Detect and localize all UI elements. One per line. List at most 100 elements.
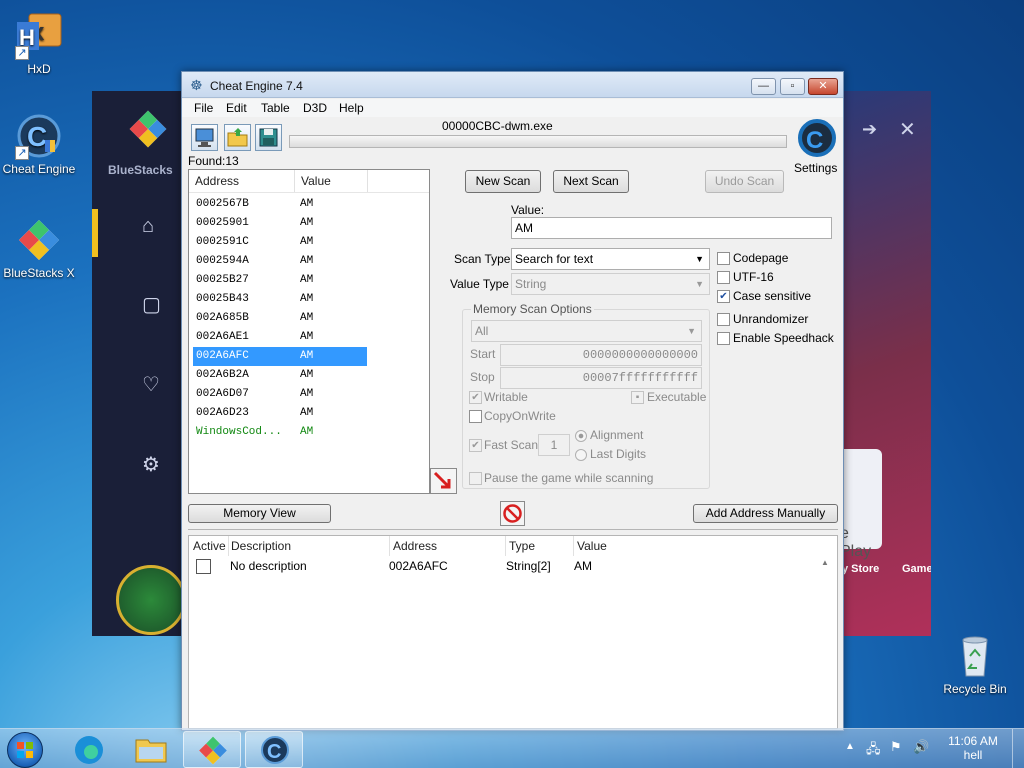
taskbar-edge[interactable]	[60, 731, 118, 768]
splitter[interactable]	[188, 529, 838, 530]
show-hidden-icons[interactable]: ▲	[845, 741, 855, 752]
region-select[interactable]: All ▼	[471, 320, 702, 342]
enable-speedhack-checkbox[interactable]	[717, 332, 730, 345]
chevron-down-icon: ▼	[695, 254, 704, 264]
taskbar-cheat-engine[interactable]: C	[245, 731, 303, 768]
next-scan-button[interactable]: Next Scan	[553, 170, 629, 193]
result-row[interactable]: 00025B27 AM	[193, 271, 367, 290]
writable-checkbox[interactable]: ✔	[469, 391, 482, 404]
add-address-manually-button[interactable]: Add Address Manually	[693, 504, 838, 523]
save-button[interactable]	[255, 124, 282, 151]
minimize-button[interactable]: —	[751, 78, 776, 95]
heart-icon[interactable]: ♡	[142, 372, 160, 397]
result-address: 002A6AFC	[196, 350, 249, 362]
network-icon[interactable]: 🖧	[866, 740, 881, 762]
maximize-button[interactable]: ▫	[780, 78, 805, 95]
result-value: AM	[300, 236, 314, 248]
store-bag-icon[interactable]: ▢	[142, 292, 161, 317]
scroll-up-icon[interactable]: ▲	[821, 558, 829, 567]
desktop-icon-recycle-bin[interactable]: Recycle Bin	[935, 632, 1015, 696]
gear-icon[interactable]: ⚙	[142, 452, 160, 477]
result-row[interactable]: 002A685B AM	[193, 309, 367, 328]
case-sensitive-checkbox[interactable]: ✔	[717, 290, 730, 303]
column-address[interactable]: Address	[390, 536, 506, 556]
taskbar-explorer[interactable]	[122, 731, 180, 768]
result-row[interactable]: 002A6AE1 AM	[193, 328, 367, 347]
result-row[interactable]: 002A6D23 AM	[193, 404, 367, 423]
scan-type-value: Search for text	[515, 252, 594, 266]
desktop-icon-cheat-engine[interactable]: C ↗ Cheat Engine	[0, 112, 79, 176]
utf16-checkbox[interactable]	[717, 271, 730, 284]
result-row[interactable]: 0002591C AM	[193, 233, 367, 252]
volume-icon[interactable]: 🔊	[913, 739, 929, 755]
close-icon[interactable]: ✕	[899, 117, 916, 142]
result-row[interactable]: 0002567B AM	[193, 195, 367, 214]
address-table[interactable]: Active Description Address Type Value No…	[188, 535, 838, 729]
bluestacks-brand: BlueStacks	[108, 163, 173, 177]
copy-on-write-checkbox[interactable]	[469, 410, 482, 423]
desktop-icon-label: Recycle Bin	[943, 682, 1007, 696]
column-value[interactable]: Value	[295, 170, 368, 192]
codepage-label: Codepage	[733, 251, 789, 265]
table-row[interactable]: No description 002A6AFC String[2] AM	[189, 556, 837, 576]
fast-scan-alignment-input[interactable]: 1	[538, 434, 570, 456]
result-row[interactable]: 0002594A AM	[193, 252, 367, 271]
column-type[interactable]: Type	[506, 536, 574, 556]
result-row[interactable]: WindowsCod... AM	[193, 423, 367, 442]
active-checkbox[interactable]	[196, 559, 211, 574]
value-input[interactable]: AM	[511, 217, 832, 239]
forward-icon[interactable]: ➔	[862, 119, 877, 140]
add-to-list-button[interactable]	[430, 468, 457, 494]
fast-scan-checkbox[interactable]: ✔	[469, 439, 482, 452]
open-file-button[interactable]	[224, 124, 251, 151]
stop-address-input[interactable]: 00007fffffffffff	[500, 367, 702, 389]
desktop-icon-hxd[interactable]: x H ↗ HxD	[0, 12, 79, 76]
result-row[interactable]: 002A6AFC AM	[193, 347, 367, 366]
column-value[interactable]: Value	[574, 536, 837, 556]
last-digits-radio[interactable]	[575, 449, 587, 461]
result-row[interactable]: 002A6B2A AM	[193, 366, 367, 385]
column-active[interactable]: Active	[189, 536, 229, 556]
case-sensitive-label: Case sensitive	[733, 289, 812, 303]
results-list[interactable]: Address Value 0002567B AM 00025901 AM 000259…	[188, 169, 430, 494]
result-row[interactable]: 002A6D07 AM	[193, 385, 367, 404]
scan-type-select[interactable]: Search for text ▼	[511, 248, 710, 270]
clock[interactable]: 11:06 AM hell	[938, 734, 1008, 762]
close-button[interactable]: ✕	[808, 78, 838, 95]
undo-scan-button[interactable]: Undo Scan	[705, 170, 784, 193]
memory-scan-options-title: Memory Scan Options	[471, 302, 594, 316]
menu-table[interactable]: Table	[261, 101, 290, 115]
play-store-tile[interactable]: e Play	[840, 449, 882, 560]
home-icon[interactable]: ⌂	[142, 215, 154, 238]
value-type-select[interactable]: String ▼	[511, 273, 710, 295]
desktop-icon-bluestacks[interactable]: BlueStacks X	[0, 216, 79, 280]
menu-help[interactable]: Help	[339, 101, 364, 115]
column-address[interactable]: Address	[189, 170, 295, 192]
alignment-radio[interactable]	[575, 430, 587, 442]
taskbar-bluestacks[interactable]	[183, 731, 241, 768]
memory-view-button[interactable]: Memory View	[188, 504, 331, 523]
action-center-flag-icon[interactable]: ⚑	[890, 739, 902, 755]
column-description[interactable]: Description	[229, 536, 390, 556]
settings-button[interactable]: C Settings	[794, 117, 840, 177]
codepage-checkbox[interactable]	[717, 252, 730, 265]
new-scan-button[interactable]: New Scan	[465, 170, 541, 193]
bluestacks-player-icon[interactable]	[116, 565, 186, 635]
open-process-button[interactable]	[191, 124, 218, 151]
result-row[interactable]: 00025901 AM	[193, 214, 367, 233]
start-button[interactable]	[7, 732, 43, 768]
show-desktop-button[interactable]	[1012, 729, 1024, 768]
result-address: 002A685B	[196, 312, 249, 324]
menu-d3d[interactable]: D3D	[303, 101, 327, 115]
pause-game-checkbox[interactable]	[469, 472, 482, 485]
active-nav-indicator	[92, 209, 98, 257]
executable-checkbox[interactable]: ▪	[631, 391, 644, 404]
unrandomizer-checkbox[interactable]	[717, 313, 730, 326]
menu-edit[interactable]: Edit	[226, 101, 247, 115]
menu-file[interactable]: File	[194, 101, 213, 115]
result-address: 002A6D23	[196, 407, 249, 419]
stop-button[interactable]	[500, 501, 525, 526]
start-address-input[interactable]: 0000000000000000	[500, 344, 702, 366]
result-row[interactable]: 00025B43 AM	[193, 290, 367, 309]
title-bar[interactable]: ☸ Cheat Engine 7.4 — ▫ ✕	[182, 72, 843, 98]
